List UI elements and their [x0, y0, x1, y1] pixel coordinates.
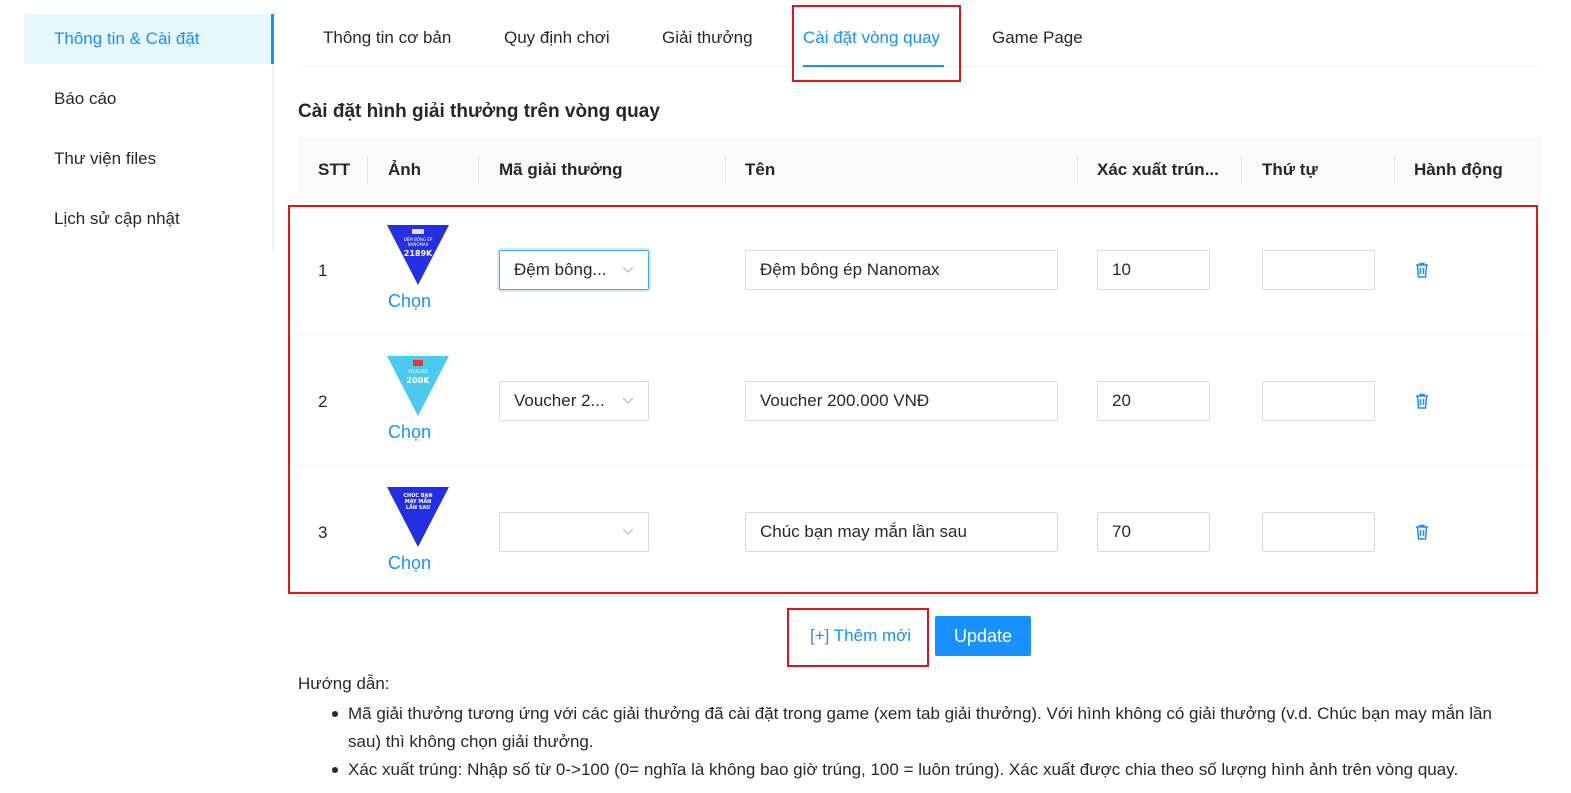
table-header: STT Ảnh Mã giải thưởng Tên Xác xuất trún… — [298, 137, 1541, 203]
tab-game-page[interactable]: Game Page — [992, 28, 1083, 48]
guide-title: Hướng dẫn: — [298, 674, 390, 693]
highlight-box-tab — [792, 5, 961, 82]
column-header-order: Thứ tự — [1262, 160, 1318, 179]
sidebar-item-update-history[interactable]: Lịch sử cập nhật — [24, 194, 272, 244]
sidebar-menu: Thông tin & Cài đặt Báo cáo Thư viện fil… — [24, 14, 274, 250]
highlight-box-add — [787, 608, 929, 667]
tab-basic-info[interactable]: Thông tin cơ bản — [323, 28, 451, 48]
guide-item: Xác xuất trúng: Nhập số từ 0->100 (0= ng… — [330, 756, 1520, 784]
sidebar-item-reports[interactable]: Báo cáo — [24, 74, 272, 124]
column-divider — [725, 156, 726, 184]
sidebar-item-info-settings[interactable]: Thông tin & Cài đặt — [24, 14, 274, 64]
column-header-prize-code: Mã giải thưởng — [499, 160, 623, 179]
section-title: Cài đặt hình giải thưởng trên vòng quay — [298, 101, 660, 122]
column-header-probability: Xác xuất trún... — [1097, 160, 1219, 179]
sidebar-item-file-library[interactable]: Thư viện files — [24, 134, 272, 184]
tab-game-rules[interactable]: Quy định chơi — [504, 28, 610, 48]
column-header-image: Ảnh — [388, 160, 422, 179]
highlight-box-table — [288, 205, 1538, 594]
column-divider — [1241, 156, 1242, 184]
column-header-name: Tên — [745, 160, 776, 179]
guide-list: Mã giải thưởng tương ứng với các giải th… — [330, 700, 1520, 784]
column-divider — [367, 156, 368, 184]
column-header-actions: Hành động — [1414, 160, 1503, 179]
column-divider — [1394, 156, 1395, 184]
guide-item: Mã giải thưởng tương ứng với các giải th… — [330, 700, 1520, 756]
column-header-stt: STT — [318, 160, 351, 179]
column-divider — [1077, 156, 1078, 184]
tab-prizes[interactable]: Giải thưởng — [662, 28, 753, 48]
update-button[interactable]: Update — [935, 616, 1031, 656]
column-divider — [478, 156, 479, 184]
